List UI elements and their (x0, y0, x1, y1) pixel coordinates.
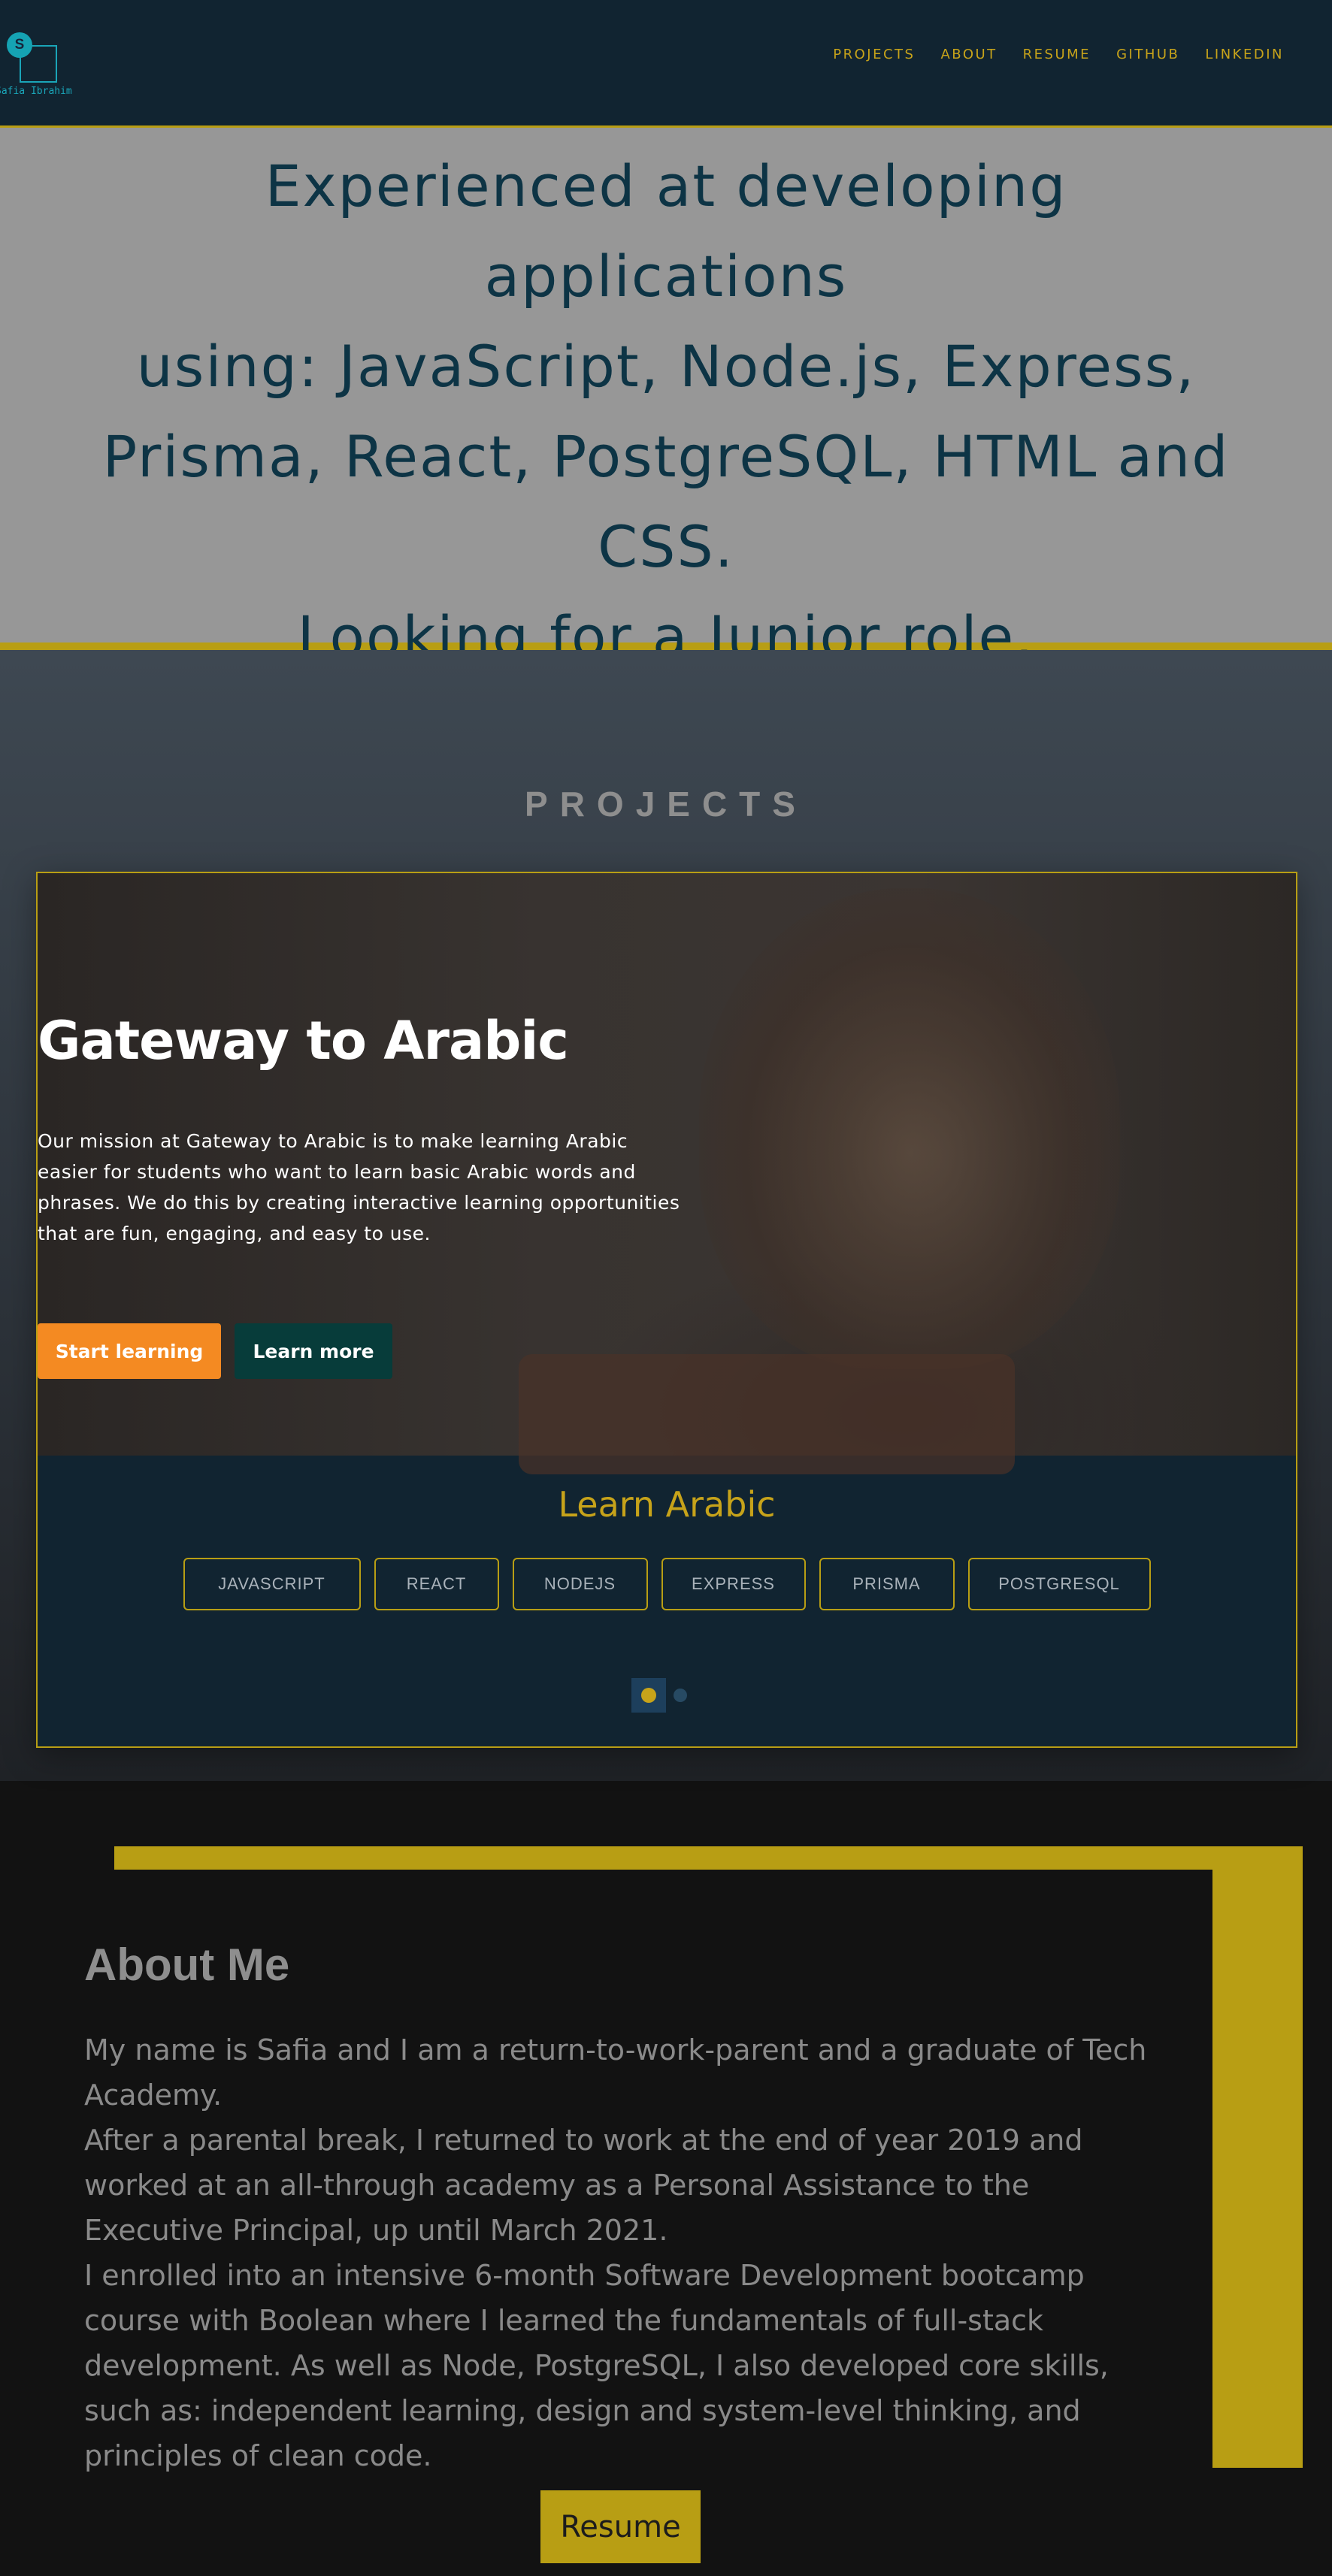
logo[interactable]: S Safia Ibrahim (0, 29, 98, 104)
start-learning-button[interactable]: Start learning (38, 1323, 221, 1379)
screenshot-title: Gateway to Arabic (38, 1010, 569, 1072)
child-photo (699, 888, 1120, 1369)
screenshot-description: Our mission at Gateway to Arabic is to m… (38, 1130, 680, 1244)
project-screenshot[interactable]: Gateway to Arabic Our mission at Gateway… (38, 873, 1296, 1474)
nav-link-projects[interactable]: PROJECTS (833, 47, 915, 62)
tech-tags: JAVASCRIPT REACT NODEJS EXPRESS PRISMA P… (38, 1558, 1296, 1610)
nav-link-github[interactable]: GITHUB (1116, 47, 1179, 62)
logo-name: Safia Ibrahim (0, 86, 72, 97)
active-dot-icon (641, 1688, 656, 1703)
hero-line: Prisma, React, PostgreSQL, HTML and (102, 423, 1230, 490)
hero-section: Experienced at developing applications u… (0, 128, 1332, 670)
tech-tag: NODEJS (512, 1558, 648, 1610)
about-text: My name is Safia and I am a return-to-wo… (84, 2027, 1167, 2478)
logo-initial: S (7, 32, 32, 58)
about-accent-bar-right (1212, 1846, 1303, 2468)
nav-links: PROJECTS ABOUT RESUME GITHUB LINKEDIN (833, 47, 1284, 62)
project-name[interactable]: Learn Arabic (38, 1484, 1296, 1525)
projects-section: PROJECTS Gateway to Arabic Our mission a… (0, 650, 1332, 1781)
navbar: S Safia Ibrahim PROJECTS ABOUT RESUME GI… (0, 0, 1332, 128)
nav-link-resume[interactable]: RESUME (1023, 47, 1091, 62)
hero-line: CSS. (598, 513, 734, 580)
project-card-footer: Learn Arabic JAVASCRIPT REACT NODEJS EXP… (38, 1456, 1296, 1746)
about-paragraph: After a parental break, I returned to wo… (84, 2124, 1083, 2247)
hero-line: using: JavaScript, Node.js, Express, (136, 333, 1196, 400)
tech-tag: PRISMA (819, 1558, 955, 1610)
tech-tag: JAVASCRIPT (183, 1558, 361, 1610)
resume-button[interactable]: Resume (540, 2490, 701, 2563)
project-card[interactable]: Gateway to Arabic Our mission at Gateway… (36, 872, 1297, 1748)
nav-link-linkedin[interactable]: LINKEDIN (1205, 47, 1284, 62)
about-paragraph: My name is Safia and I am a return-to-wo… (84, 2033, 1147, 2112)
about-heading: About Me (84, 1940, 290, 1990)
carousel-dots (631, 1678, 687, 1713)
projects-heading: PROJECTS (525, 785, 807, 824)
nav-link-about[interactable]: ABOUT (940, 47, 997, 62)
hero-line: Experienced at developing applications (265, 153, 1067, 310)
carousel-dot-1[interactable] (631, 1678, 666, 1713)
about-accent-bar-top (114, 1846, 1303, 1870)
tech-tag: POSTGRESQL (967, 1558, 1151, 1610)
about-paragraph: I enrolled into an intensive 6-month Sof… (84, 2259, 1109, 2472)
carousel-dot-2[interactable] (674, 1689, 687, 1702)
tech-tag: EXPRESS (661, 1558, 806, 1610)
tech-tag: REACT (374, 1558, 499, 1610)
learn-more-button[interactable]: Learn more (235, 1323, 392, 1379)
